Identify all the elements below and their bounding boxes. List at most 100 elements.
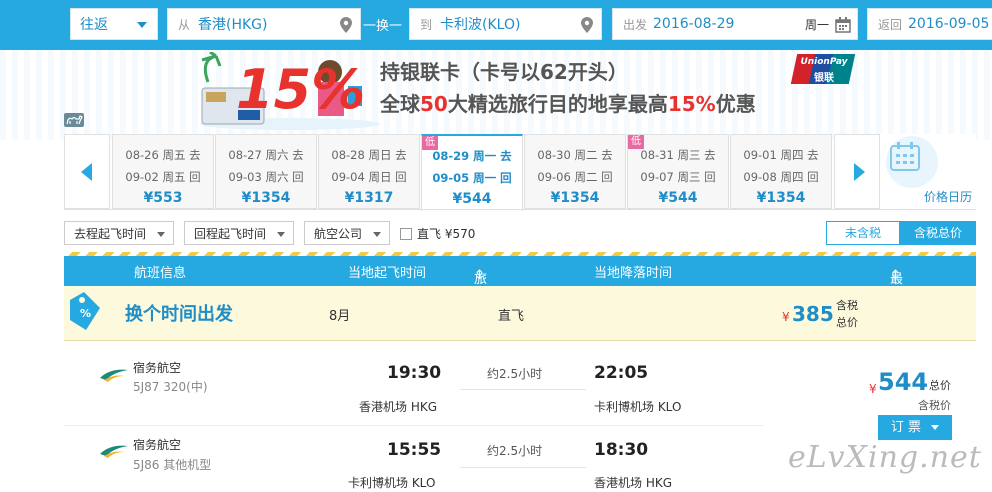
date-option[interactable]: 08-30 周二 去 09-06 周二 回 ¥1354: [524, 134, 626, 209]
calendar-icon: [835, 17, 851, 33]
banner-line2-post: 优惠: [715, 92, 756, 116]
departure-time: 15:55: [387, 440, 442, 460]
date-go: 09-01 周四 去: [743, 148, 819, 162]
date-option-selected[interactable]: 低 08-29 周一 去 09-05 周一 回 ¥544: [421, 134, 523, 211]
prev-dates-button[interactable]: [64, 134, 110, 209]
origin-field[interactable]: 从 香港(HKG): [167, 8, 361, 40]
departure-time-filter-label: 去程起飞时间: [74, 226, 147, 241]
col-departure-time[interactable]: 当地起飞时间: [348, 262, 426, 281]
tax-excluded-toggle[interactable]: 未含税: [826, 221, 900, 245]
banner-line2: 全球50大精选旅行目的地享最高15%优惠: [380, 88, 756, 117]
flight-number[interactable]: 5J86 其他机型: [133, 456, 211, 473]
date-go: 08-28 周日 去: [331, 148, 407, 162]
arrival-airport: 卡利博机场 KLO: [594, 400, 682, 414]
book-button-label: 订 票: [890, 420, 921, 435]
date-option[interactable]: 08-28 周日 去 09-04 周日 回 ¥1317: [318, 134, 420, 209]
unionpay-logo-en: UnionPay: [800, 57, 848, 67]
promo-tax-tag: 含税: [836, 299, 858, 312]
date-back: 09-07 周三 回: [640, 170, 716, 184]
banner-line2-mid: 大精选旅行目的地享最高: [447, 92, 668, 116]
direct-flight-checkbox[interactable]: [400, 227, 412, 240]
return-date-value: 2016-09-05: [908, 16, 990, 32]
trip-type-value: 往返: [80, 17, 108, 33]
return-time-filter[interactable]: 回程起飞时间: [184, 221, 294, 245]
promo-price: 385: [792, 302, 834, 326]
departure-time: 19:30: [387, 363, 442, 383]
depart-date-value: 2016-08-29: [653, 16, 735, 32]
banner-percent: 15%: [236, 58, 366, 121]
promo-flight-type: 直飞: [498, 309, 525, 324]
sort-icon: ↕: [474, 268, 485, 283]
date-option[interactable]: 08-26 周五 去 09-02 周五 回 ¥553: [112, 134, 214, 209]
col-arrival-time[interactable]: 当地降落时间: [594, 262, 672, 281]
watermark: eLvXing.net: [788, 440, 982, 475]
airline-filter-label: 航空公司: [314, 226, 363, 241]
cebu-pacific-logo-icon: [100, 445, 128, 458]
date-go: 08-27 周六 去: [228, 148, 304, 162]
airline-filter[interactable]: 航空公司: [304, 221, 390, 245]
banner-line2-pct: 15%: [667, 92, 716, 116]
promo-total-tag: 总价: [836, 316, 858, 329]
date-price: ¥1354: [550, 190, 600, 206]
depart-date-field[interactable]: 出发 2016-08-29 周一: [612, 8, 858, 40]
unionpay-logo-cn: 银联: [814, 73, 834, 84]
airline-name: 宿务航空: [133, 438, 182, 452]
book-button[interactable]: 订 票: [878, 415, 952, 440]
arrival-time: 22:05: [594, 363, 649, 383]
promo-month: 8月: [329, 309, 351, 324]
price-calendar-button[interactable]: 价格日历: [880, 134, 976, 209]
location-pin-icon: [340, 17, 352, 33]
col-flight-info: 航班信息: [134, 266, 187, 281]
date-price: ¥1354: [241, 190, 291, 206]
destination-prefix: 到: [420, 17, 433, 32]
discount-tag-text: %: [80, 307, 92, 320]
location-pin-icon: [581, 17, 593, 33]
unionpay-logo: UnionPay 银联: [790, 54, 856, 84]
direct-flight-filter[interactable]: 直飞 ¥570: [400, 225, 475, 242]
sort-icon: ↕: [890, 268, 901, 283]
calendar-icon: [890, 142, 920, 171]
next-dates-button[interactable]: [834, 134, 880, 209]
return-date-field[interactable]: 返回 2016-09-05: [867, 8, 992, 40]
chevron-down-icon: [157, 232, 165, 237]
result-price: 544: [878, 368, 929, 396]
chevron-right-icon: [854, 163, 865, 181]
date-option[interactable]: 08-27 周六 去 09-03 周六 回 ¥1354: [215, 134, 317, 209]
flight-number[interactable]: 5J87 320(中): [133, 378, 208, 395]
date-price: ¥1354: [756, 190, 806, 206]
depart-weekday: 周一: [804, 17, 829, 32]
date-option[interactable]: 09-01 周四 去 09-08 周四 回 ¥1354: [730, 134, 832, 209]
departure-time-filter[interactable]: 去程起飞时间: [64, 221, 174, 245]
leg-divider: [64, 425, 764, 426]
date-price: ¥544: [452, 191, 492, 207]
date-option[interactable]: 低 08-31 周三 去 09-07 周三 回 ¥544: [627, 134, 729, 209]
chevron-down-icon: [137, 22, 147, 28]
duration-line: [460, 467, 586, 468]
date-price: ¥1317: [344, 190, 394, 206]
chevron-down-icon: [373, 232, 381, 237]
result-currency: ¥: [869, 382, 877, 396]
flight-duration: 约2.5小时: [487, 367, 543, 381]
origin-prefix: 从: [178, 17, 191, 32]
chevron-left-icon: [81, 163, 92, 181]
cebu-pacific-logo-icon: [100, 369, 128, 382]
banner-line1: 持银联卡（卡号以62开头）: [380, 60, 628, 84]
trip-type-select[interactable]: 往返: [70, 8, 158, 40]
date-go: 08-30 周二 去: [537, 148, 613, 162]
results-header: 航班信息 当地起飞时间 旅行总时长 ↕ 当地降落时间 最低总价 ↕: [64, 256, 976, 363]
camel-icon: [64, 113, 84, 127]
promo-currency: ¥: [782, 310, 790, 324]
date-price: ¥544: [658, 190, 698, 206]
result-tax-note: 含税价: [918, 399, 951, 412]
promo-banner-image[interactable]: 15%: [180, 50, 380, 130]
origin-value: 香港(HKG): [198, 17, 268, 33]
departure-airport: 香港机场 HKG: [359, 400, 438, 414]
destination-field[interactable]: 到 卡利波(KLO): [409, 8, 602, 40]
date-go: 08-29 周一 去: [432, 149, 512, 163]
tax-included-toggle[interactable]: 含税总价: [900, 221, 976, 245]
discount-tag-icon: %: [66, 290, 104, 334]
return-label: 返回: [878, 17, 903, 32]
date-go: 08-31 周三 去: [640, 148, 716, 162]
date-back: 09-08 周四 回: [743, 170, 819, 184]
departure-airport: 卡利博机场 KLO: [348, 476, 436, 490]
